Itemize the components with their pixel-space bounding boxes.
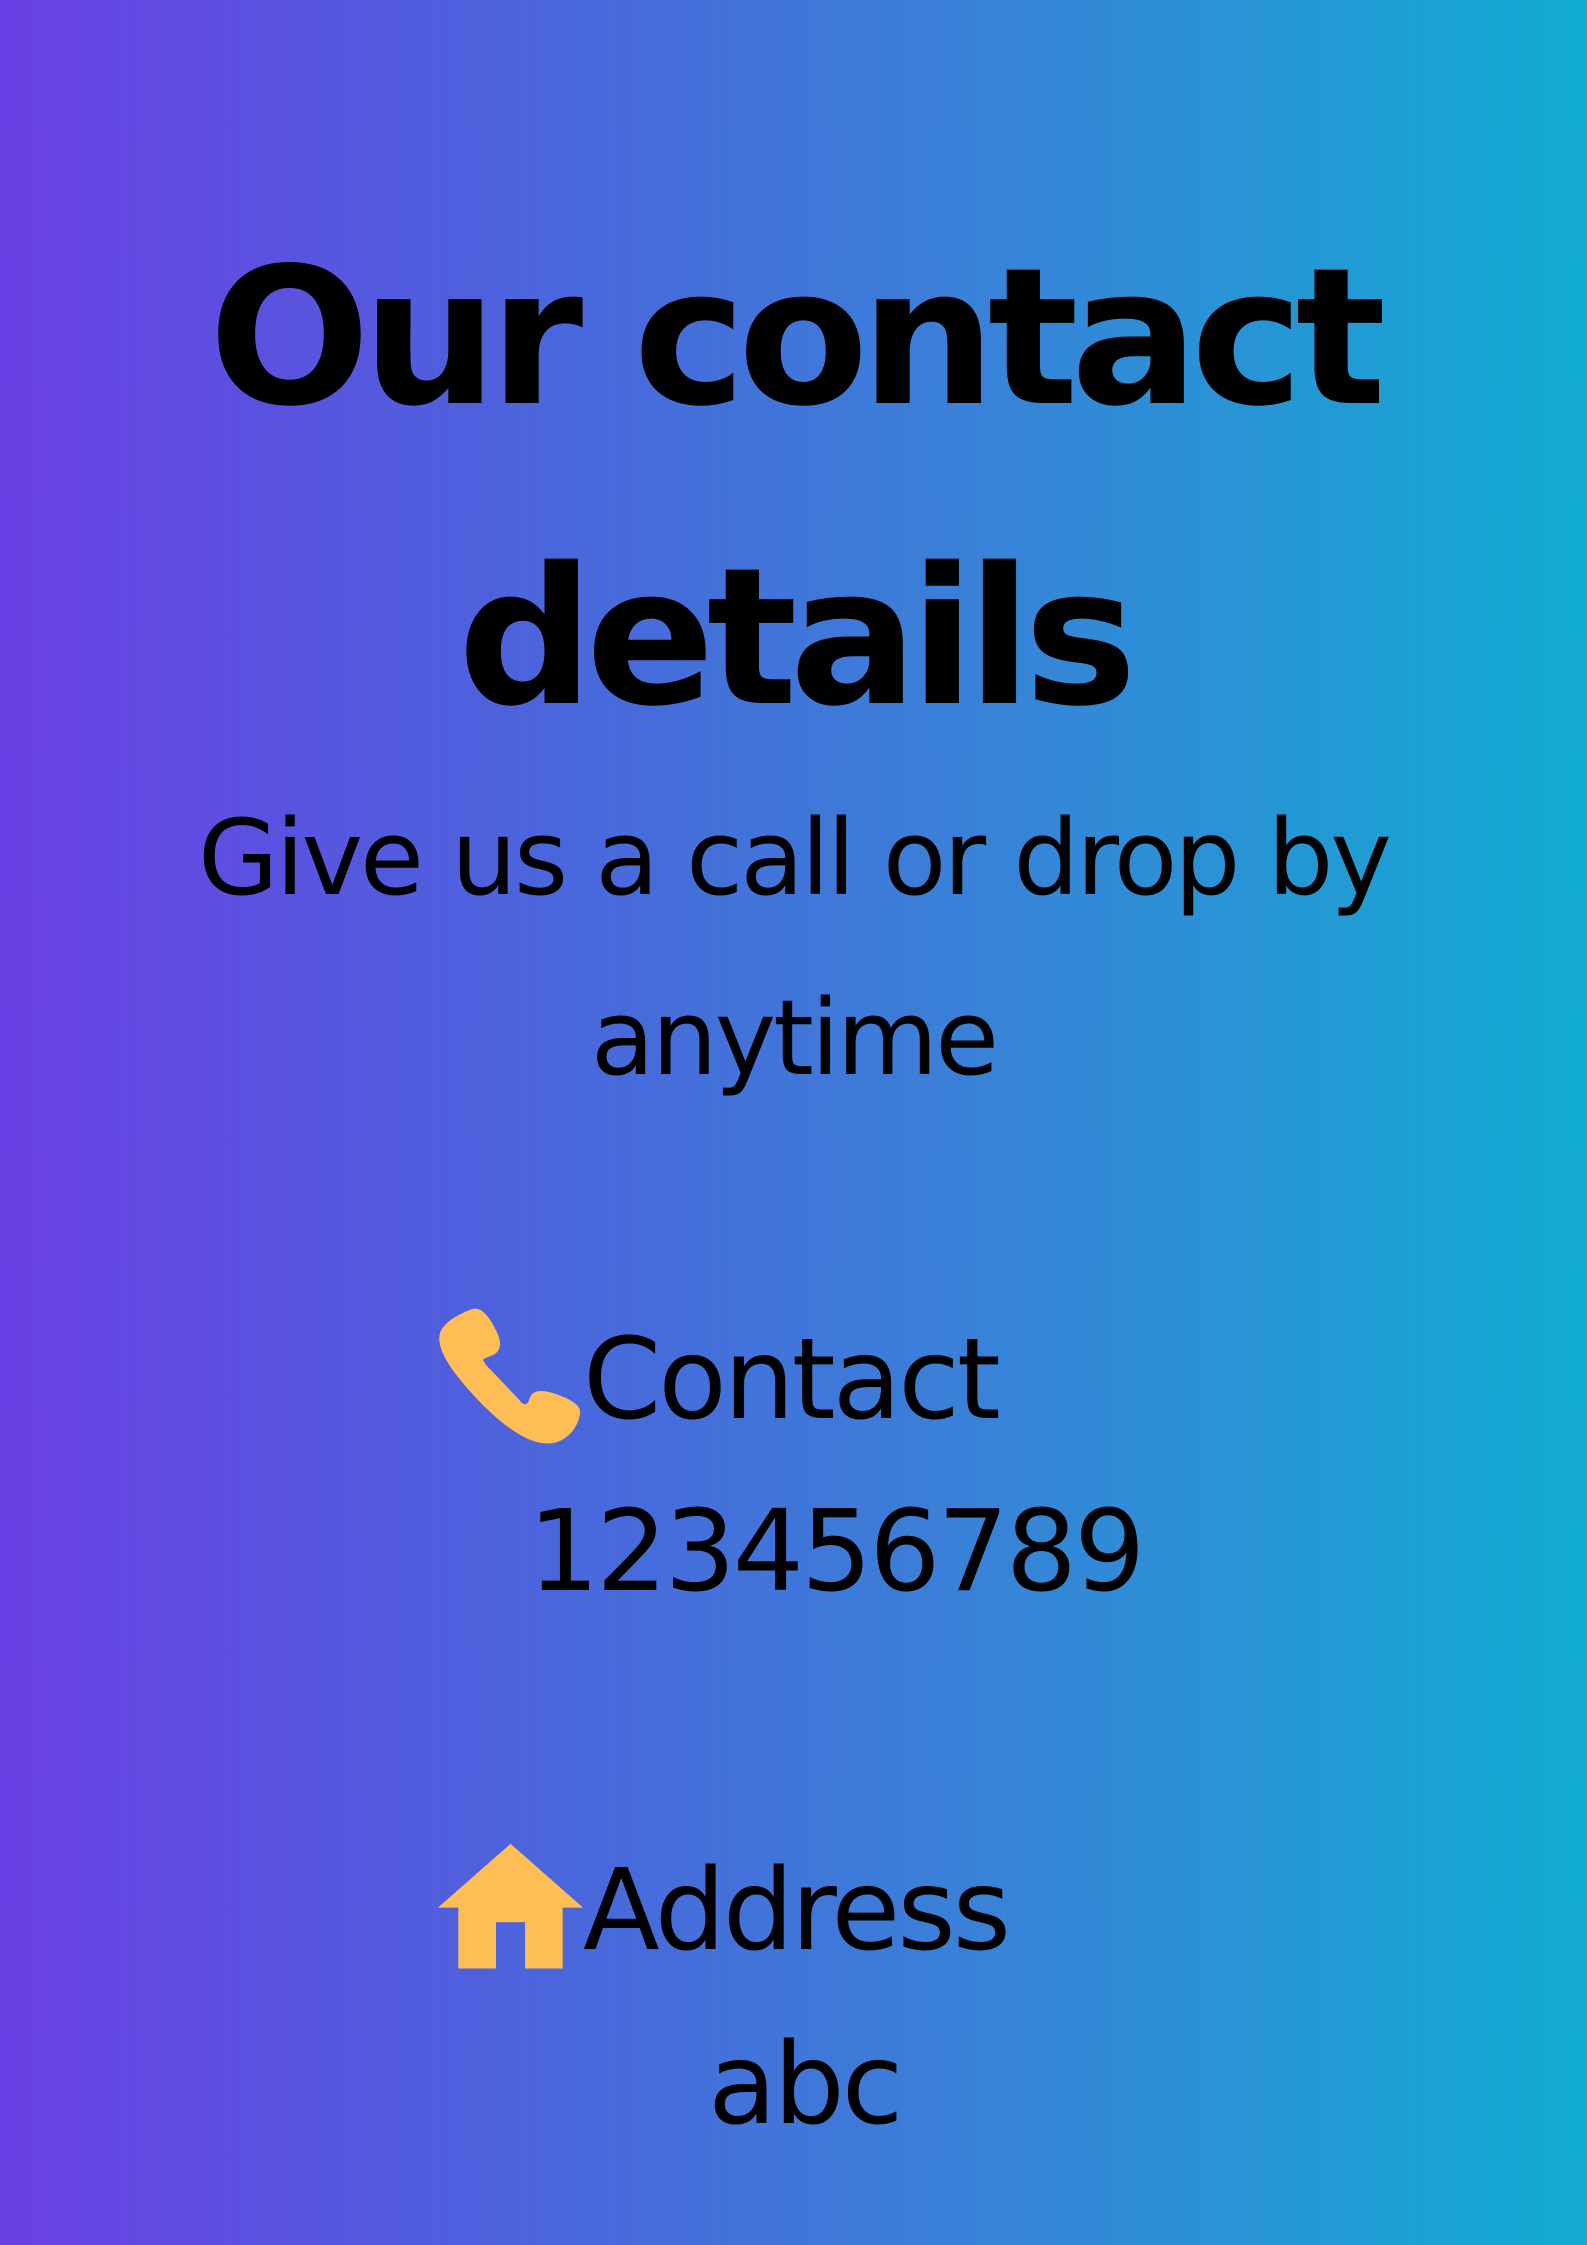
- title-line-1: Our contact: [208, 227, 1387, 448]
- address-label: Address: [583, 1845, 1011, 1976]
- subtitle-line-1: Give us a call or drop by: [198, 797, 1392, 919]
- contact-heading: Contact: [438, 1307, 1001, 1452]
- address-value: abc: [708, 2020, 903, 2150]
- house-icon: [438, 1838, 583, 1983]
- contact-page: Our contact details Give us a call or dr…: [0, 0, 1587, 2245]
- subtitle-line-2: anytime: [590, 977, 999, 1099]
- title-line-2: details: [457, 527, 1137, 748]
- address-heading: Address: [438, 1838, 1011, 1983]
- page-subtitle: Give us a call or drop by anytime: [0, 768, 1587, 1128]
- phone-icon: [438, 1307, 583, 1452]
- contact-label: Contact: [583, 1314, 1001, 1445]
- page-title: Our contact details: [0, 188, 1587, 788]
- contact-number: 123456789: [528, 1487, 1145, 1617]
